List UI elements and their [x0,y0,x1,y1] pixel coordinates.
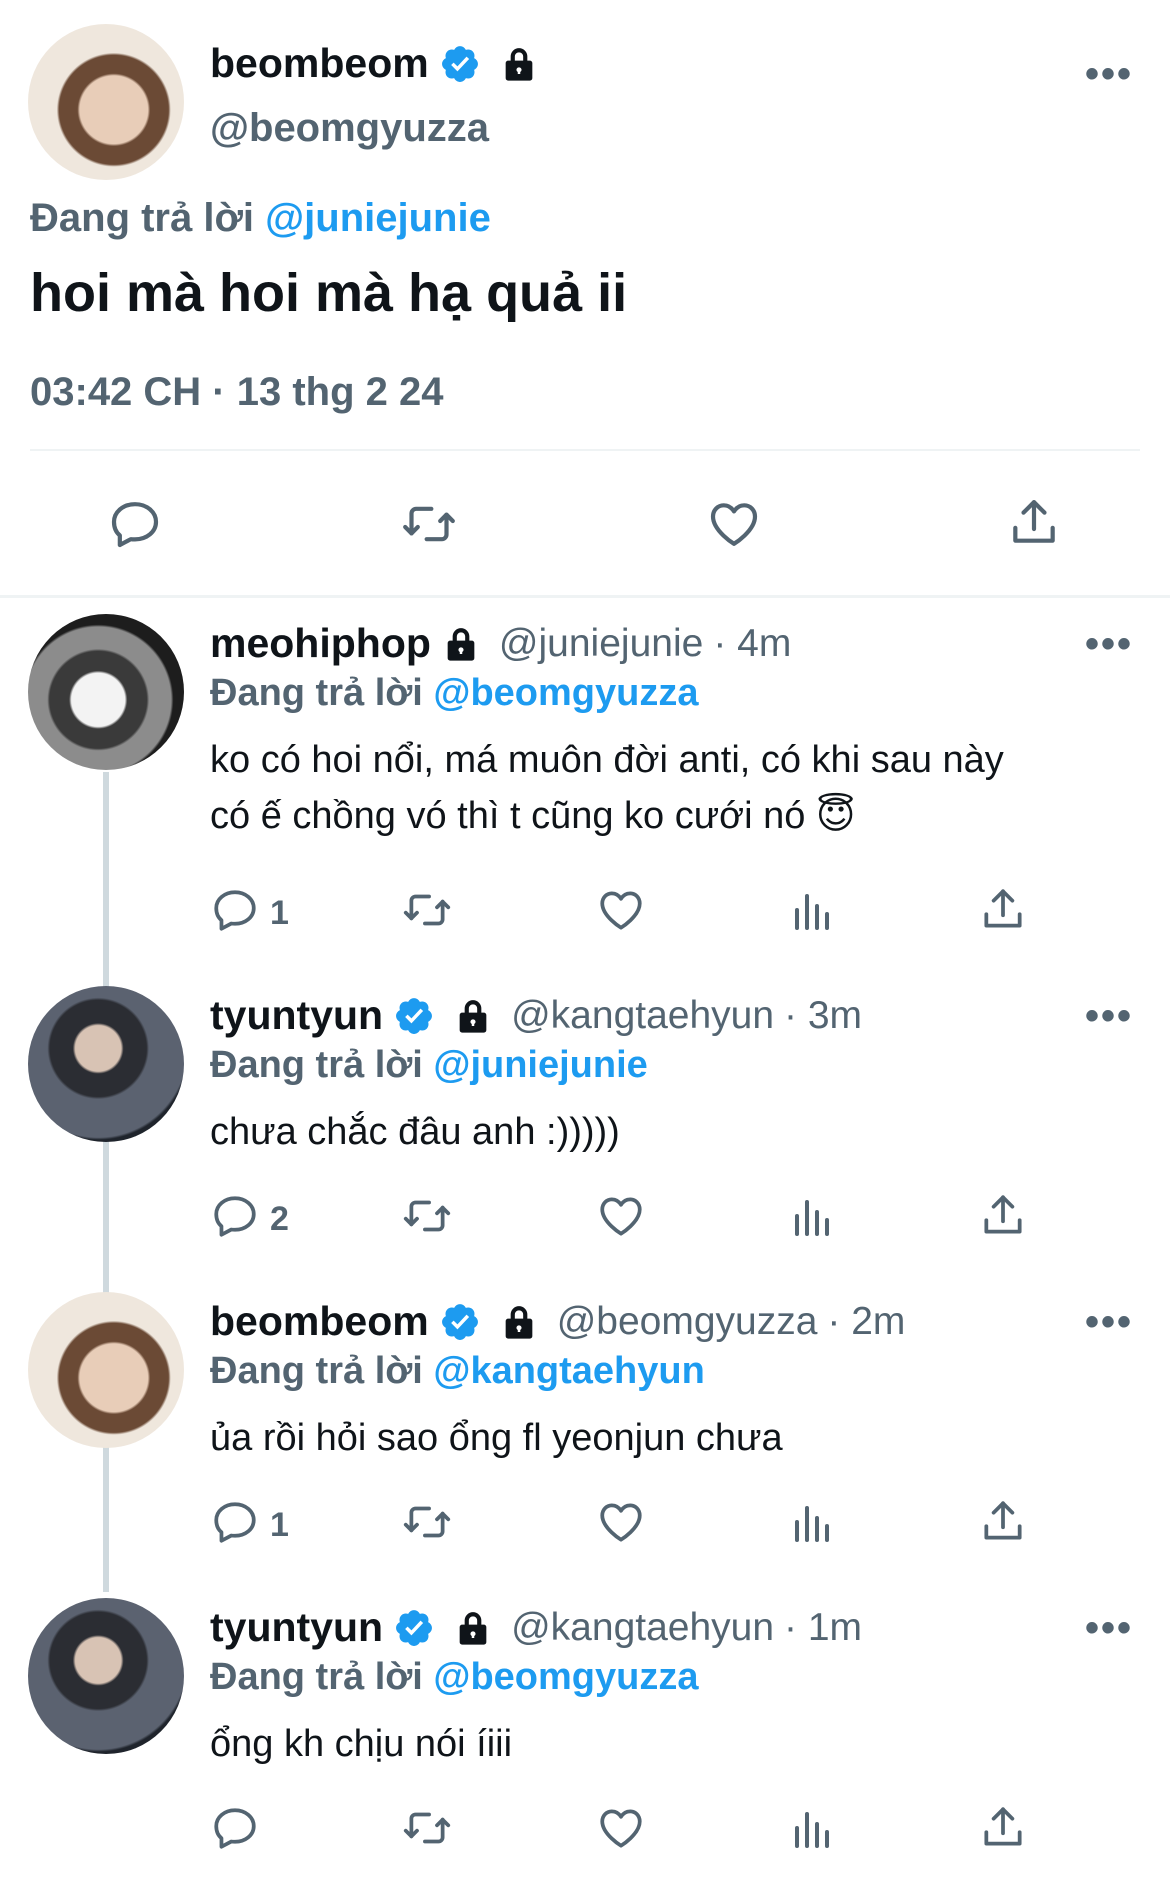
more-icon[interactable]: ••• [1085,1300,1133,1345]
tweet-time[interactable]: · 2m [827,1300,905,1344]
more-icon[interactable]: ••• [1085,622,1133,667]
tweet-text-line: có ế chồng vó thì t cũng ko cưới nó 😇 [210,795,856,837]
replying-to-link[interactable]: @beomgyuzza [433,1656,698,1698]
replying-to: Đang trả lời @juniejunie [30,196,491,241]
more-icon[interactable]: ••• [1085,994,1133,1039]
divider [30,449,1140,451]
reply-icon[interactable] [210,1803,260,1853]
display-name[interactable]: tyuntyun [210,992,383,1039]
replying-to-link[interactable]: @juniejunie [433,1044,647,1086]
share-icon[interactable] [978,1802,1028,1852]
share-icon[interactable] [978,1190,1028,1240]
like-icon[interactable] [596,1497,646,1547]
handle[interactable]: @kangtaehyun [511,1606,774,1650]
views-icon[interactable] [787,888,835,936]
replying-to-link[interactable]: @kangtaehyun [433,1350,704,1392]
tweet-text: hoi mà hoi mà hạ quả ii [30,263,628,323]
author-row: beombeom @beomgyuzza · 2m [210,1298,905,1345]
author-row: meohiphop @juniejunie · 4m [210,620,791,667]
replying-to: Đang trả lời @beomgyuzza [210,1656,698,1699]
avatar[interactable] [28,1292,184,1448]
tweet-text: ổng kh chịu nói íiii [210,1716,1130,1772]
share-icon[interactable] [978,884,1028,934]
reply-icon[interactable] [210,885,260,935]
reply-count: 1 [270,894,289,932]
tweet-time[interactable]: · 3m [784,994,862,1038]
like-icon[interactable] [596,1191,646,1241]
lock-icon [499,1302,539,1342]
share-icon[interactable] [978,1496,1028,1546]
lock-icon [453,996,493,1036]
replying-to: Đang trả lời @beomgyuzza [210,672,698,715]
tweet-time[interactable]: · 4m [713,622,791,666]
lock-icon [499,44,539,84]
retweet-icon[interactable] [401,496,457,552]
tweet-text: ko có hoi nổi, má muôn đời anti, có khi … [210,732,1130,844]
replying-to: Đang trả lời @juniejunie [210,1044,648,1087]
more-icon[interactable]: ••• [1085,1606,1133,1651]
replying-prefix: Đang trả lời [210,1350,423,1392]
display-name[interactable]: beombeom [210,40,429,87]
display-name[interactable]: beombeom [210,1298,429,1345]
lock-icon [441,624,481,664]
lock-icon [453,1608,493,1648]
verified-badge-icon [439,1301,481,1343]
display-name[interactable]: meohiphop [210,620,431,667]
like-icon[interactable] [706,496,762,552]
retweet-icon[interactable] [402,1191,452,1241]
avatar[interactable] [28,986,184,1142]
replying-prefix: Đang trả lời [210,1044,423,1086]
tweet-text-line: ko có hoi nổi, má muôn đời anti, có khi … [210,739,1004,781]
reply-icon[interactable] [210,1191,260,1241]
verified-badge-icon [393,995,435,1037]
views-icon[interactable] [787,1500,835,1548]
display-name[interactable]: tyuntyun [210,1604,383,1651]
like-icon[interactable] [596,1803,646,1853]
replying-to-link[interactable]: @juniejunie [265,196,491,240]
tweet-text-line: ổng kh chịu nói íiii [210,1723,513,1765]
author-row: tyuntyun @kangtaehyun · 3m [210,992,862,1039]
replying-prefix: Đang trả lời [210,672,423,714]
replying-prefix: Đang trả lời [30,196,255,240]
reply-icon[interactable] [107,496,163,552]
handle[interactable]: @beomgyuzza [210,106,489,151]
tweet-text: chưa chắc đâu anh :))))) [210,1104,1130,1160]
tweet-time[interactable]: · 1m [784,1606,862,1650]
retweet-icon[interactable] [402,1803,452,1853]
replying-to: Đang trả lời @kangtaehyun [210,1350,705,1393]
retweet-icon[interactable] [402,1497,452,1547]
avatar[interactable] [28,24,184,180]
more-icon[interactable]: ••• [1085,52,1133,97]
handle[interactable]: @kangtaehyun [511,994,774,1038]
tweet-timestamp[interactable]: 03:42 CH · 13 thg 2 24 [30,370,444,415]
author-row: tyuntyun @kangtaehyun · 1m [210,1604,862,1651]
views-icon[interactable] [787,1806,835,1854]
thread-line [103,772,109,1592]
verified-badge-icon [439,43,481,85]
author-row: beombeom [210,40,539,87]
section-divider [0,595,1170,598]
retweet-icon[interactable] [402,885,452,935]
handle[interactable]: @juniejunie [499,622,703,666]
verified-badge-icon [393,1607,435,1649]
reply-count: 2 [270,1200,289,1238]
like-icon[interactable] [596,885,646,935]
avatar[interactable] [28,614,184,770]
views-icon[interactable] [787,1194,835,1242]
share-icon[interactable] [1006,494,1062,550]
replying-to-link[interactable]: @beomgyuzza [433,672,698,714]
reply-count: 1 [270,1506,289,1544]
avatar[interactable] [28,1598,184,1754]
handle[interactable]: @beomgyuzza [557,1300,818,1344]
tweet-text: ủa rồi hỏi sao ổng fl yeonjun chưa [210,1410,1130,1466]
tweet-text-line: ủa rồi hỏi sao ổng fl yeonjun chưa [210,1417,783,1459]
replying-prefix: Đang trả lời [210,1656,423,1698]
tweet-text-line: chưa chắc đâu anh :))))) [210,1111,620,1153]
reply-icon[interactable] [210,1497,260,1547]
